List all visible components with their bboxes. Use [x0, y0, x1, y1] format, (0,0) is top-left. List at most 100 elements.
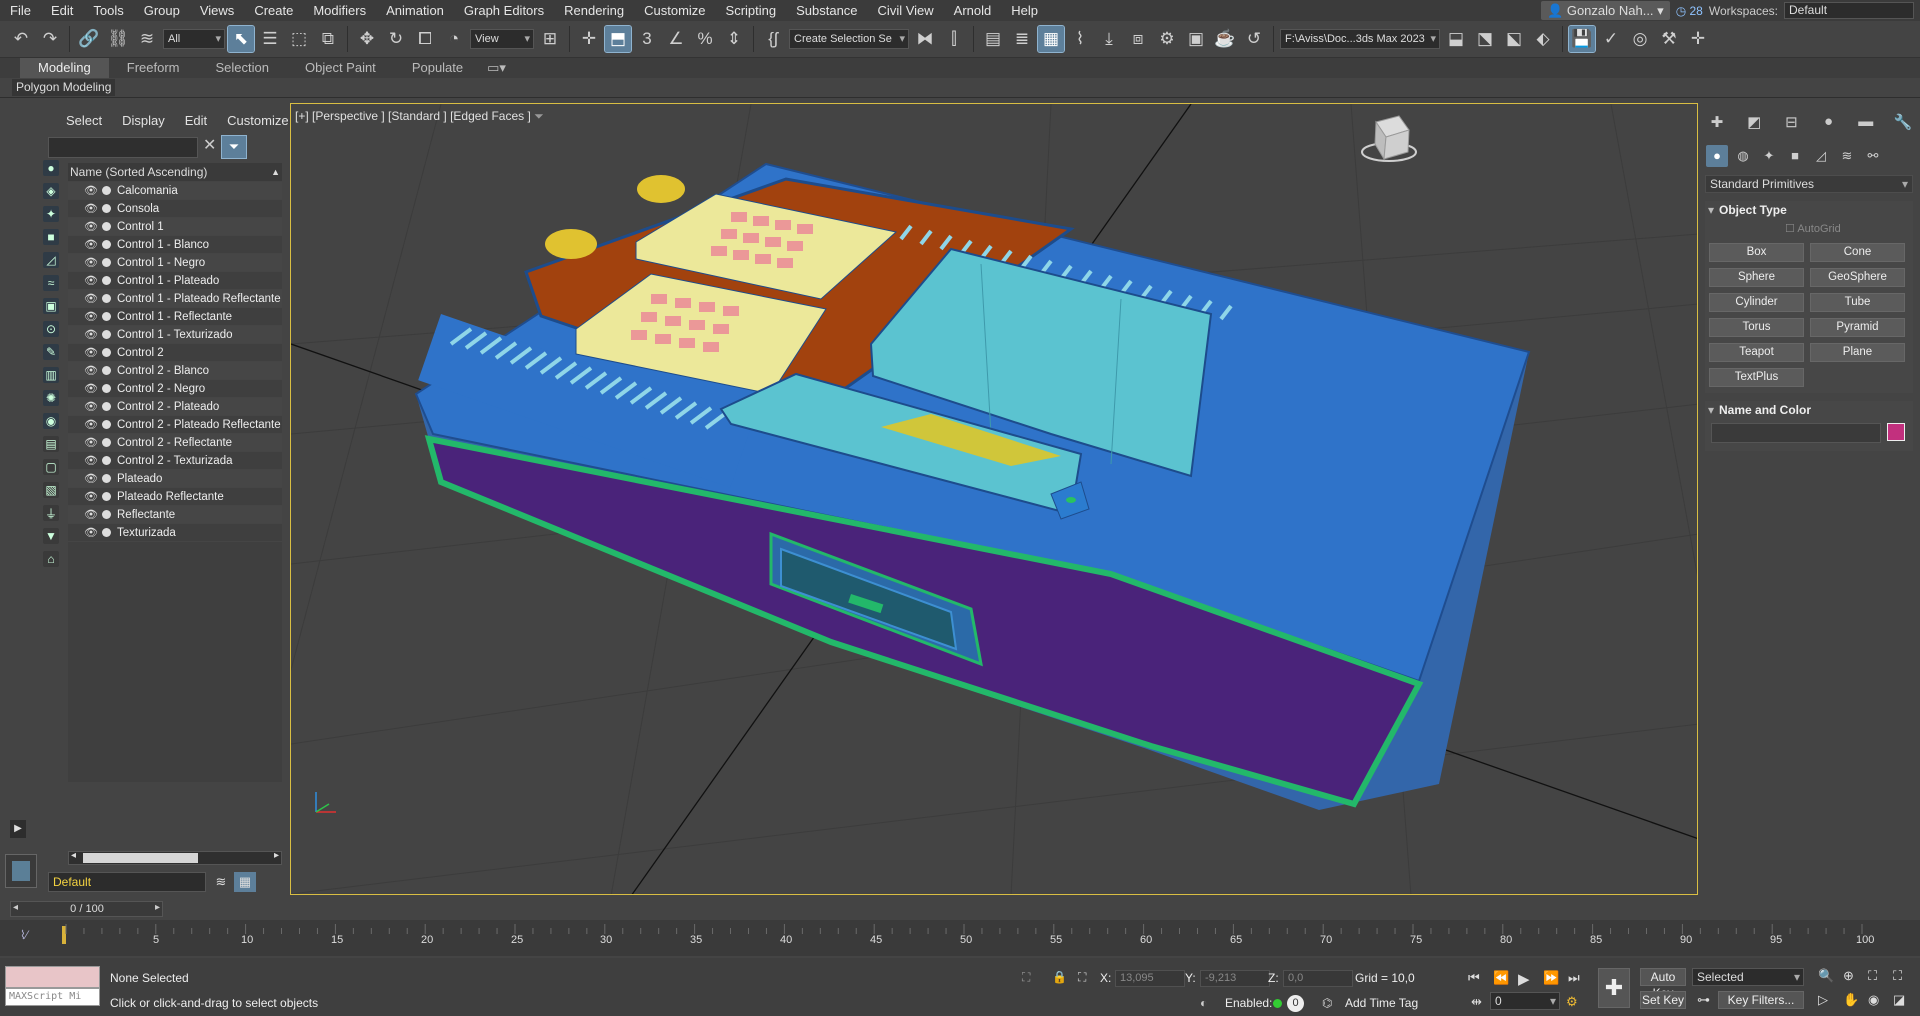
freeze-dot-icon[interactable]	[102, 312, 111, 321]
menu-help[interactable]: Help	[1001, 0, 1048, 21]
workspace-select[interactable]: Default	[1784, 2, 1914, 19]
layers-icon[interactable]: ≋	[210, 872, 232, 892]
menu-views[interactable]: Views	[190, 0, 244, 21]
list-item[interactable]: 👁 Reflectante	[68, 506, 282, 524]
save-icon[interactable]: 💾	[1568, 25, 1596, 53]
render-setup-icon[interactable]: ⚙	[1154, 26, 1180, 52]
se-menu-edit[interactable]: Edit	[175, 113, 217, 129]
sync-icon[interactable]: ◎	[1627, 26, 1653, 52]
eye-icon[interactable]: 👁	[84, 434, 98, 452]
unlink-icon[interactable]: ⛓	[105, 26, 131, 52]
teapot-button[interactable]: Teapot	[1709, 343, 1804, 362]
shapes-icon[interactable]: ◍	[1732, 145, 1754, 167]
set-key-button[interactable]: Set Key	[1640, 991, 1686, 1009]
z-coord-field[interactable]: 0,0	[1283, 970, 1353, 987]
freeze-dot-icon[interactable]	[102, 456, 111, 465]
maxscript-listener-output[interactable]	[5, 966, 100, 988]
rect-selection-icon[interactable]: ⬚	[286, 26, 312, 52]
cameras-icon[interactable]: ■	[1784, 145, 1806, 167]
perspective-viewport[interactable]: [+] [Perspective ] [Standard ] [Edged Fa…	[290, 103, 1698, 895]
list-item[interactable]: 👁 Control 1 - Plateado Reflectante	[68, 290, 282, 308]
tab-populate[interactable]: Populate	[394, 58, 481, 78]
eye-icon[interactable]: 👁	[84, 524, 98, 542]
hierarchy-tab-icon[interactable]: ⊟	[1780, 113, 1802, 131]
eye-icon[interactable]: 👁	[84, 416, 98, 434]
goto-start-icon[interactable]: ⏮	[1468, 970, 1480, 986]
eye-icon[interactable]: 👁	[84, 272, 98, 290]
eye-icon[interactable]: 👁	[84, 182, 98, 200]
scrollbar-thumb[interactable]	[83, 853, 198, 863]
menu-arnold[interactable]: Arnold	[944, 0, 1002, 21]
clear-search-icon[interactable]: ✕	[203, 135, 216, 155]
freeze-dot-icon[interactable]	[102, 348, 111, 357]
mirror-icon[interactable]: ⧓	[912, 26, 938, 52]
menu-tools[interactable]: Tools	[83, 0, 133, 21]
scene-search-input[interactable]	[48, 137, 198, 158]
viewcube[interactable]	[1361, 115, 1417, 162]
expand-panel-icon[interactable]: ▶	[10, 820, 26, 838]
select-manipulate-icon[interactable]: ✛	[576, 26, 602, 52]
zoom-extents-icon[interactable]: ⛶	[1868, 968, 1877, 984]
list-item[interactable]: 👁 Control 1 - Blanco	[68, 236, 282, 254]
scroll-right-icon[interactable]: ▸	[274, 850, 279, 861]
list-item[interactable]: 👁 Control 2 - Plateado Reflectante	[68, 416, 282, 434]
tube-button[interactable]: Tube	[1810, 293, 1905, 312]
layer-dropdown[interactable]: Default	[48, 872, 206, 892]
helpers-icon[interactable]: ◿	[1810, 145, 1832, 167]
link-icon[interactable]: 🔗	[76, 26, 102, 52]
list-item[interactable]: 👁 Texturizada	[68, 524, 282, 542]
freeze-dot-icon[interactable]	[102, 474, 111, 483]
project-icon[interactable]: ⬓	[1443, 26, 1469, 52]
list-item[interactable]: 👁 Control 1 - Plateado	[68, 272, 282, 290]
percent-snap-icon[interactable]: %	[692, 26, 718, 52]
x-coord-field[interactable]: 13,095	[1115, 970, 1185, 987]
box-button[interactable]: Box	[1709, 243, 1804, 262]
zoom-all-icon[interactable]: ⊕	[1843, 968, 1854, 984]
y-coord-field[interactable]: -9,213	[1200, 970, 1270, 987]
console-model[interactable]	[414, 162, 1531, 810]
list-item[interactable]: 👁 Plateado Reflectante	[68, 488, 282, 506]
zoom-extents-all-icon[interactable]: ⛶	[1893, 968, 1902, 984]
current-frame-field[interactable]: 0	[1490, 992, 1560, 1010]
select-object-icon[interactable]: ⬉	[227, 25, 255, 53]
eye-icon[interactable]: 👁	[84, 398, 98, 416]
viewport-layout-icon[interactable]	[5, 854, 37, 888]
freeze-dot-icon[interactable]	[102, 186, 111, 195]
pan-icon[interactable]: ✋	[1843, 992, 1859, 1008]
menu-customize[interactable]: Customize	[634, 0, 715, 21]
tab-freeform[interactable]: Freeform	[109, 58, 198, 78]
list-item[interactable]: 👁 Control 2 - Texturizada	[68, 452, 282, 470]
notifications-button[interactable]: ◷ 28	[1676, 4, 1703, 18]
eye-icon[interactable]: 👁	[84, 488, 98, 506]
scale-icon[interactable]: ⧠	[412, 26, 438, 52]
motion-tab-icon[interactable]: ●	[1818, 113, 1840, 131]
tab-modeling[interactable]: Modeling	[20, 58, 109, 78]
absolute-mode-icon[interactable]: ⛶	[1078, 970, 1086, 985]
list-item[interactable]: 👁 Control 1 - Reflectante	[68, 308, 282, 326]
eye-icon[interactable]: 👁	[84, 380, 98, 398]
check-icon[interactable]: ✓	[1598, 26, 1624, 52]
eye-icon[interactable]: 👁	[84, 254, 98, 272]
geosphere-button[interactable]: GeoSphere	[1810, 268, 1905, 287]
torus-button[interactable]: Torus	[1709, 318, 1804, 337]
layer-explorer-icon[interactable]: ≣	[1009, 26, 1035, 52]
create-tab-icon[interactable]: ✚	[1706, 113, 1728, 131]
track-bar[interactable]: ⌇⁄ 5 10 15 20 25 30 35 40 45 50 55 60 65…	[0, 920, 1920, 956]
key-mode-icon[interactable]: ⇹	[1471, 994, 1482, 1010]
project-settings-icon[interactable]: ⬕	[1501, 26, 1527, 52]
eye-icon[interactable]: 👁	[84, 452, 98, 470]
freeze-dot-icon[interactable]	[102, 240, 111, 249]
eye-icon[interactable]: 👁	[84, 362, 98, 380]
eye-icon[interactable]: 👁	[84, 344, 98, 362]
filter-icon[interactable]: ⏷	[221, 135, 247, 159]
freeze-dot-icon[interactable]	[102, 276, 111, 285]
bind-space-warp-icon[interactable]: ≋	[134, 26, 160, 52]
menu-file[interactable]: File	[0, 0, 41, 21]
named-selection-dropdown[interactable]: Create Selection Se	[789, 29, 909, 49]
tab-object-paint[interactable]: Object Paint	[287, 58, 394, 78]
undo-icon[interactable]: ↶	[8, 26, 34, 52]
eye-icon[interactable]: 👁	[84, 326, 98, 344]
pivot-center-icon[interactable]: ⊞	[537, 26, 563, 52]
menu-scripting[interactable]: Scripting	[716, 0, 787, 21]
move-icon[interactable]: ✥	[354, 26, 380, 52]
